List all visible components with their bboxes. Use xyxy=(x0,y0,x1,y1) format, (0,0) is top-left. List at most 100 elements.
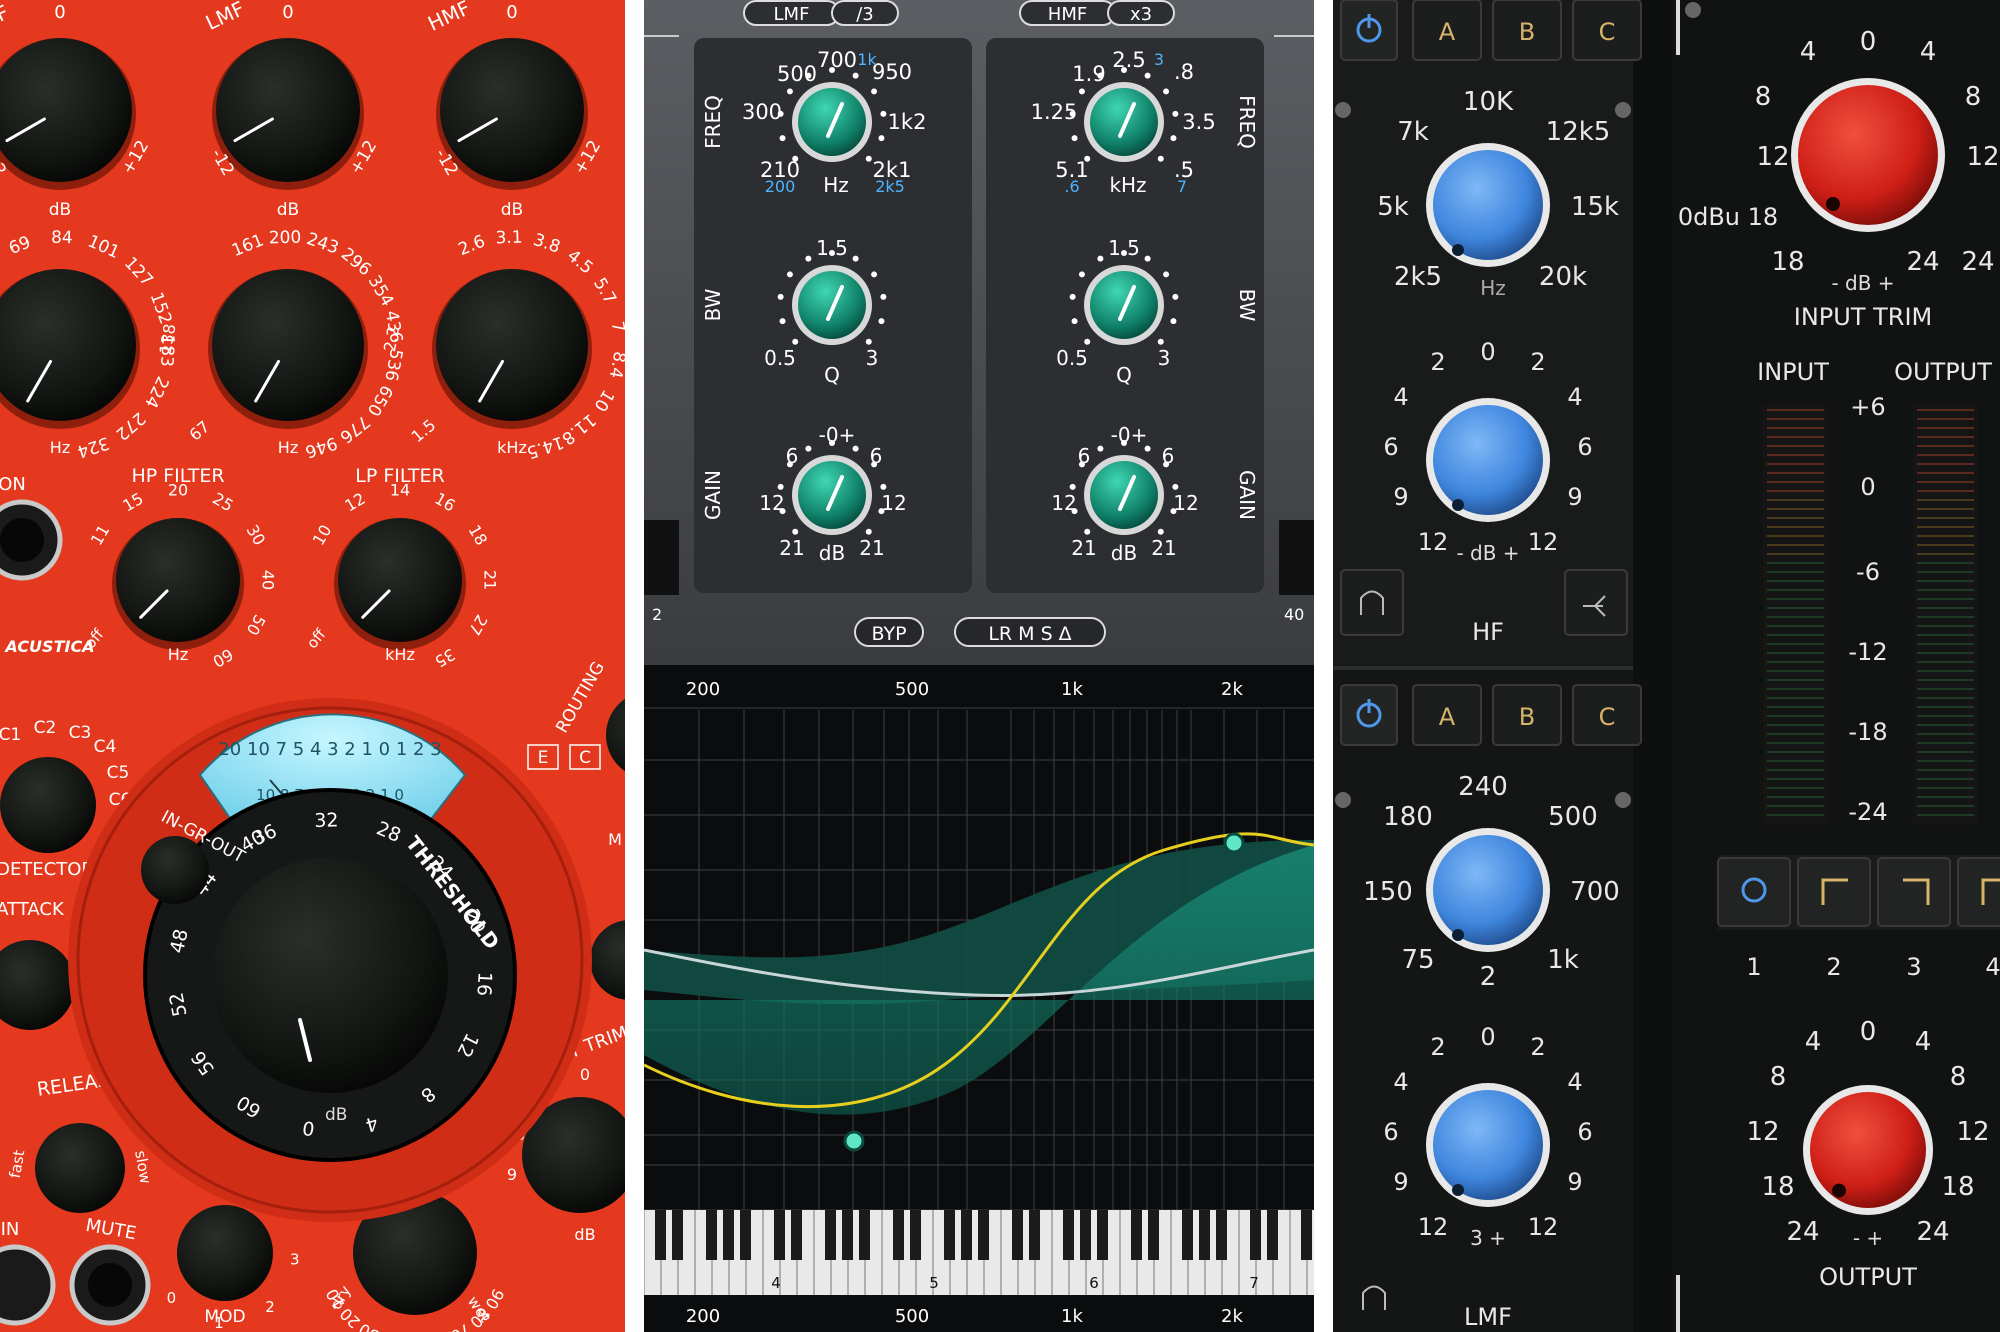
gain-knob-lmf[interactable] xyxy=(216,38,360,182)
hmf-gain-tick: 21 xyxy=(1071,536,1096,560)
threshold-tick: 32 xyxy=(314,809,339,832)
lmf-freq-tick: 700 xyxy=(1570,877,1620,907)
lmf-gain-knob[interactable] xyxy=(1433,1090,1543,1200)
lp-filter-knob[interactable] xyxy=(338,518,462,642)
variant-button-label: B xyxy=(1519,18,1535,46)
output-knob-pointer xyxy=(1832,1183,1846,1198)
hmf-freq-label: FREQ xyxy=(1235,95,1259,149)
freq-scale-tick: 161 xyxy=(229,230,267,261)
detector-label: DETECTOR xyxy=(0,859,94,880)
lmf-node[interactable] xyxy=(843,1130,865,1152)
meter-scale-label: -6 xyxy=(1856,558,1880,586)
release-knob[interactable] xyxy=(35,1123,125,1213)
hf-band-label: HF xyxy=(1472,618,1504,646)
hf-freq-knob[interactable] xyxy=(1433,150,1543,260)
freq-scale-tick: 4.5 xyxy=(563,246,597,279)
octave-label: 4 xyxy=(771,1274,781,1292)
piano-black-key xyxy=(791,1210,802,1260)
lmf-gain-tick: 21 xyxy=(859,536,884,560)
freq-unit-label: Hz xyxy=(278,438,298,457)
hf-freq-tick: 20k xyxy=(1539,262,1587,292)
side-slot-left xyxy=(644,520,679,595)
freq-knob-2[interactable] xyxy=(212,269,364,421)
filter-slot-button-1[interactable] xyxy=(1717,857,1791,927)
input-trim-knob[interactable] xyxy=(1798,85,1938,225)
bypass-label: BYP xyxy=(871,623,906,645)
knob-dot xyxy=(1078,271,1085,278)
hp-filter-knob[interactable] xyxy=(116,518,240,642)
piano-black-key xyxy=(1131,1210,1142,1260)
in-switch[interactable] xyxy=(0,1244,56,1326)
output-tick: 0 xyxy=(1860,1017,1877,1047)
lmf-gain-tick: 2 xyxy=(1530,1033,1545,1061)
output-label: OUTPUT xyxy=(1819,1263,1917,1291)
lmf-gain-top: -0+ xyxy=(819,423,856,447)
input-trim-tick: 24 xyxy=(1961,247,1994,277)
release-slow-label: slow xyxy=(131,1149,155,1185)
hf-freq-tick: 7k xyxy=(1397,117,1429,147)
hmf-freq-alt-right: 7 xyxy=(1177,177,1187,196)
freq-scale-tick: 127 xyxy=(120,253,157,290)
input-trim-tick: 4 xyxy=(1800,37,1817,67)
knob-dot xyxy=(786,271,793,278)
gain-unit-label: dB xyxy=(49,200,71,220)
attack-knob[interactable] xyxy=(0,940,75,1030)
output-tick: 24 xyxy=(1786,1217,1819,1247)
hmf-gain-tick: 6 xyxy=(1162,444,1175,468)
lmf-power-button[interactable] xyxy=(1340,684,1398,746)
freq-scale-tick: 243 xyxy=(304,229,341,258)
threshold-knob[interactable] xyxy=(212,857,448,1093)
eq-plugin-panel: LMF/3 HMF x3 300 500 700 950 1k2 2k1 210 1k 200 2k5… xyxy=(644,0,1314,1332)
piano-black-key xyxy=(1012,1210,1023,1260)
lmf-freq-tick: 500 xyxy=(1548,802,1598,832)
lp-filter-tick: 14 xyxy=(390,481,410,500)
knob-dot xyxy=(779,135,786,142)
shmod-tick: 0 xyxy=(167,1289,177,1307)
knob-dot xyxy=(1170,135,1177,142)
hmf-node[interactable] xyxy=(1223,832,1245,854)
freq-knob-3[interactable] xyxy=(436,269,588,421)
detector-option: C3 xyxy=(69,723,92,743)
input-trim-tick: 12 xyxy=(1756,142,1789,172)
gain-knob-hmf[interactable] xyxy=(440,38,584,182)
hmf-freq-unit: kHz xyxy=(1109,173,1146,197)
variant-button-label: B xyxy=(1519,703,1535,731)
meter-scale-label: 0 xyxy=(1860,473,1875,501)
freq-scale-tick: 8.4 xyxy=(605,350,625,380)
piano-keyboard: 4 5 6 7 xyxy=(644,1210,1314,1295)
shmod-knob[interactable] xyxy=(177,1205,273,1301)
filter-slot-button-2[interactable] xyxy=(1797,857,1871,927)
hf-curve-button[interactable] xyxy=(1564,569,1628,636)
routing-knob[interactable] xyxy=(606,691,625,779)
knob-dot xyxy=(878,318,885,325)
output-knob[interactable] xyxy=(1810,1092,1926,1208)
hf-gain-tick: 4 xyxy=(1393,383,1408,411)
knob-dot xyxy=(1084,528,1091,535)
hmf-gain-label: GAIN xyxy=(1235,470,1259,520)
piano-black-key xyxy=(1063,1210,1074,1260)
freq-scale-tick: 7 xyxy=(607,320,625,334)
freq-scale-bottom: 1.5 xyxy=(408,415,440,446)
filter-slot-button-4[interactable] xyxy=(1957,857,2000,927)
filter-slot-button-3[interactable] xyxy=(1877,857,1951,927)
knob-dot xyxy=(1084,338,1091,345)
lmf-gain-tick: 12 xyxy=(1528,1213,1559,1241)
freq-scale-tick: 69 xyxy=(6,232,34,259)
knob-dot xyxy=(865,338,872,345)
side-knob[interactable] xyxy=(590,920,625,1000)
detector-knob[interactable] xyxy=(0,757,96,853)
hf-gain-knob[interactable] xyxy=(1433,405,1543,515)
lmf-freq-knob[interactable] xyxy=(1433,835,1543,945)
output-tick: 18 xyxy=(1761,1172,1794,1202)
detector-option: C4 xyxy=(94,737,117,757)
band-label-lmf: LMF xyxy=(202,0,248,35)
lmf-gain-tick: 2 xyxy=(1430,1033,1445,1061)
knob-dot xyxy=(1163,88,1170,95)
gain-zero-label: 0 xyxy=(54,2,65,23)
knob-dot xyxy=(805,445,812,452)
eq-plugin-graphic: LMF/3 HMF x3 300500700 9501k22k12101k200 2k5… xyxy=(644,0,1314,1332)
side-scale-number: M xyxy=(608,830,622,849)
hf-shelf-button[interactable] xyxy=(1340,569,1404,636)
hf-power-button[interactable] xyxy=(1340,0,1398,61)
on-label: ON xyxy=(0,474,26,495)
